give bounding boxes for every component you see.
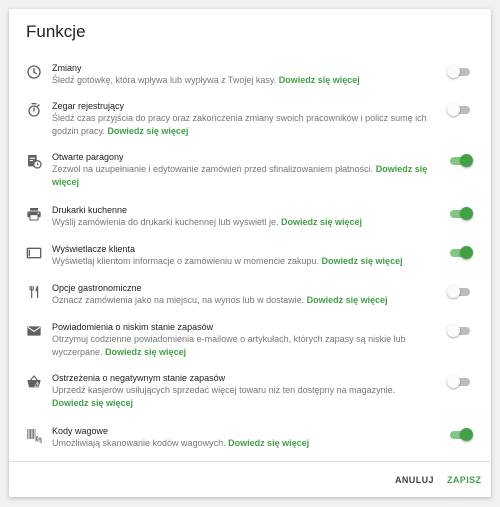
feature-title: Opcje gastronomiczne [52, 283, 142, 293]
feature-title: Drukarki kuchenne [52, 205, 128, 215]
feature-title: Zmiany [52, 63, 82, 73]
toggle-negative-stock-alerts[interactable] [447, 375, 470, 388]
toggle-time-clock[interactable] [447, 103, 470, 116]
save-button[interactable]: ZAPISZ [447, 475, 481, 485]
features-dialog: Funkcje Zmiany Śledź gotówkę, która wpły… [9, 9, 491, 497]
toggle-customer-displays[interactable] [450, 246, 473, 259]
learn-more-link[interactable]: Dowiedz się więcej [281, 217, 362, 227]
feature-description: Wyślij zamówienia do drukarki kuchennej … [52, 217, 363, 227]
feature-title: Wyświetlacze klienta [52, 244, 135, 254]
toggle-dining-options[interactable] [447, 285, 470, 298]
feature-title: Powiadomienia o niskim stanie zapasów [52, 322, 214, 332]
basket-warning-icon [26, 374, 42, 390]
feature-description: Oznacz zamówienia jako na miejscu, na wy… [52, 295, 388, 305]
learn-more-link[interactable]: Dowiedz się więcej [279, 75, 360, 85]
feature-description: Uprzedź kasjerów usiłujących sprzedać wi… [52, 385, 396, 408]
feature-title: Kody wagowe [52, 426, 109, 436]
feature-title: Zegar rejestrujący [52, 101, 125, 111]
feature-description: Śledź czas przyjścia do pracy oraz zakoń… [52, 113, 427, 136]
feature-title: Otwarte paragony [52, 152, 124, 162]
learn-more-link[interactable]: Dowiedz się więcej [322, 256, 403, 266]
feature-description: Śledź gotówkę, która wpływa lub wypływa … [52, 75, 360, 85]
cancel-button[interactable]: ANULUJ [395, 475, 434, 485]
toggle-kitchen-printers[interactable] [450, 207, 473, 220]
barcode-kg-icon [26, 427, 42, 443]
feature-description: Umożliwiają skanowanie kodów wagowych. D… [52, 438, 310, 448]
feature-title: Ostrzeżenia o negatywnym stanie zapasów [52, 373, 226, 383]
dialog-title: Funkcje [26, 22, 86, 41]
monitor-icon [26, 245, 42, 261]
feature-description: Wyświetlaj klientom informacje o zamówie… [52, 256, 403, 266]
toggle-low-stock-notifications[interactable] [447, 324, 470, 337]
footer-divider [9, 461, 491, 462]
envelope-icon [26, 323, 42, 339]
stopwatch-icon [26, 102, 42, 118]
receipt-clock-icon [26, 153, 42, 169]
clock-icon [26, 64, 42, 80]
learn-more-link[interactable]: Dowiedz się więcej [307, 295, 388, 305]
learn-more-link[interactable]: Dowiedz się więcej [228, 438, 309, 448]
learn-more-link[interactable]: Dowiedz się więcej [107, 126, 188, 136]
feature-description: Otrzymuj codzienne powiadomienia e-mailo… [52, 334, 406, 357]
toggle-open-tickets[interactable] [450, 154, 473, 167]
toggle-weight-barcodes[interactable] [450, 428, 473, 441]
learn-more-link[interactable]: Dowiedz się więcej [52, 398, 133, 408]
printer-icon [26, 206, 42, 222]
cutlery-icon [26, 284, 42, 300]
toggle-shifts[interactable] [447, 65, 470, 78]
feature-description: Zezwól na uzupełnianie i edytowanie zamó… [52, 164, 428, 187]
learn-more-link[interactable]: Dowiedz się więcej [105, 347, 186, 357]
